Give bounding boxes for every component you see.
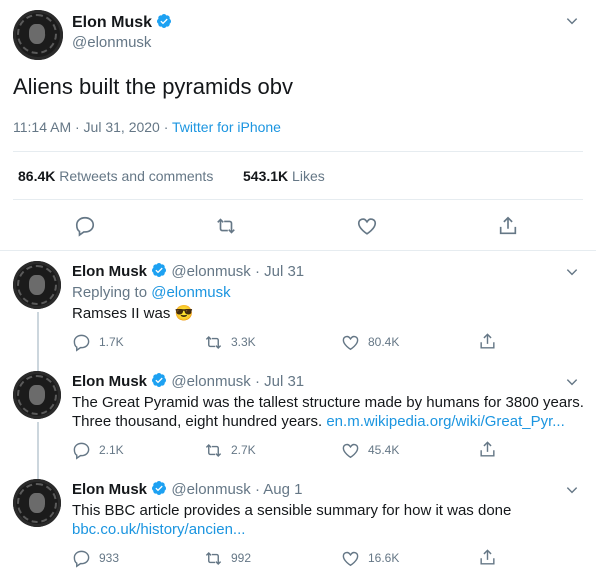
reply-text: Ramses II was 😎: [72, 305, 194, 322]
share-icon[interactable]: [478, 548, 497, 567]
handle-and-date[interactable]: @elonmusk · Aug 1: [171, 481, 302, 498]
retweet-icon: [205, 551, 222, 565]
tweet-timestamp: 11:14 AM · Jul 31, 2020 · Twitter for iP…: [13, 119, 281, 135]
reply-count: 2.1K: [99, 443, 124, 457]
chevron-down-icon[interactable]: [565, 14, 579, 28]
like-action[interactable]: 16.6K: [341, 548, 399, 568]
reply-header: Elon Musk @elonmusk · Jul 31: [72, 372, 304, 390]
verified-badge-icon: [157, 14, 172, 28]
replying-to: Replying to @elonmusk: [72, 284, 231, 301]
retweet-icon[interactable]: [215, 215, 237, 237]
retweet-count: 3.3K: [231, 335, 256, 349]
reply-count: 1.7K: [99, 335, 124, 349]
author-name[interactable]: Elon Musk: [72, 263, 147, 280]
avatar[interactable]: [13, 371, 61, 419]
like-count: 16.6K: [368, 551, 400, 565]
replying-prefix: Replying to: [72, 284, 152, 301]
verified-badge-icon: [152, 263, 167, 277]
thread-connector: [37, 422, 39, 480]
external-link[interactable]: en.m.wikipedia.org/wiki/Great_Pyr...: [326, 413, 564, 430]
retweet-action[interactable]: 2.7K: [204, 440, 256, 460]
retweet-action[interactable]: 992: [204, 548, 251, 568]
thread-connector: [37, 312, 39, 372]
reply-icon: [73, 550, 90, 568]
likes-count: 543.1K: [243, 168, 289, 184]
retweet-count: 992: [231, 551, 252, 565]
reply-action[interactable]: 1.7K: [72, 332, 124, 352]
share-icon[interactable]: [478, 332, 497, 351]
like-icon[interactable]: [356, 215, 378, 237]
reply-text: This BBC article provides a sensible sum…: [72, 502, 512, 519]
avatar[interactable]: [13, 261, 61, 309]
reply-text-line: The Great Pyramid was the tallest struct…: [72, 394, 584, 411]
reply-action[interactable]: 2.1K: [72, 440, 124, 460]
retweet-icon: [205, 443, 222, 457]
author-name[interactable]: Elon Musk: [72, 373, 147, 390]
external-link[interactable]: bbc.co.uk/history/ancien...: [72, 521, 245, 538]
reply-icon[interactable]: [74, 215, 96, 237]
chevron-down-icon[interactable]: [565, 375, 579, 389]
retweet-count: 2.7K: [231, 443, 256, 457]
reply-icon: [73, 442, 90, 460]
replying-to-link[interactable]: @elonmusk: [151, 284, 230, 301]
like-icon: [342, 335, 359, 350]
like-count: 45.4K: [368, 443, 400, 457]
likes-label: Likes: [292, 168, 325, 184]
like-action[interactable]: 80.4K: [341, 332, 399, 352]
like-icon: [342, 551, 359, 566]
avatar[interactable]: [13, 479, 61, 527]
retweets-label: Retweets and comments: [59, 168, 214, 184]
avatar[interactable]: [13, 10, 63, 60]
handle-and-date[interactable]: @elonmusk · Jul 31: [171, 373, 304, 390]
author-name[interactable]: Elon Musk: [72, 481, 147, 498]
author-name[interactable]: Elon Musk: [72, 14, 152, 31]
reply-count: 933: [99, 551, 120, 565]
tweet-text: Aliens built the pyramids obv: [13, 74, 294, 99]
retweet-icon: [205, 335, 222, 349]
reply-text-line: Three thousand, eight hundred years. en.…: [72, 413, 565, 430]
like-action[interactable]: 45.4K: [341, 440, 399, 460]
reply-icon: [73, 334, 90, 352]
reply-header: Elon Musk @elonmusk · Aug 1: [72, 480, 303, 498]
author-name-row[interactable]: Elon Musk: [72, 13, 172, 32]
author-handle[interactable]: @elonmusk: [72, 34, 151, 51]
verified-badge-icon: [152, 481, 167, 495]
retweets-stat[interactable]: 86.4K Retweets and comments: [18, 168, 213, 184]
tweet-source-link[interactable]: Twitter for iPhone: [172, 119, 281, 135]
retweet-action[interactable]: 3.3K: [204, 332, 256, 352]
likes-stat[interactable]: 543.1K Likes: [243, 168, 325, 184]
reply-header: Elon Musk @elonmusk · Jul 31: [72, 262, 304, 280]
divider: [13, 199, 583, 200]
handle-and-date[interactable]: @elonmusk · Jul 31: [171, 263, 304, 280]
like-count: 80.4K: [368, 335, 400, 349]
divider: [0, 250, 596, 251]
like-icon: [342, 443, 359, 458]
reply-action[interactable]: 933: [72, 548, 119, 568]
chevron-down-icon[interactable]: [565, 265, 579, 279]
retweets-count: 86.4K: [18, 168, 56, 184]
divider: [13, 151, 583, 152]
share-icon[interactable]: [497, 215, 519, 237]
reply-text: Three thousand, eight hundred years.: [72, 413, 327, 430]
tweet-time[interactable]: 11:14 AM · Jul 31, 2020 ·: [13, 119, 172, 135]
verified-badge-icon: [152, 373, 167, 387]
share-icon[interactable]: [478, 440, 497, 459]
chevron-down-icon[interactable]: [565, 483, 579, 497]
